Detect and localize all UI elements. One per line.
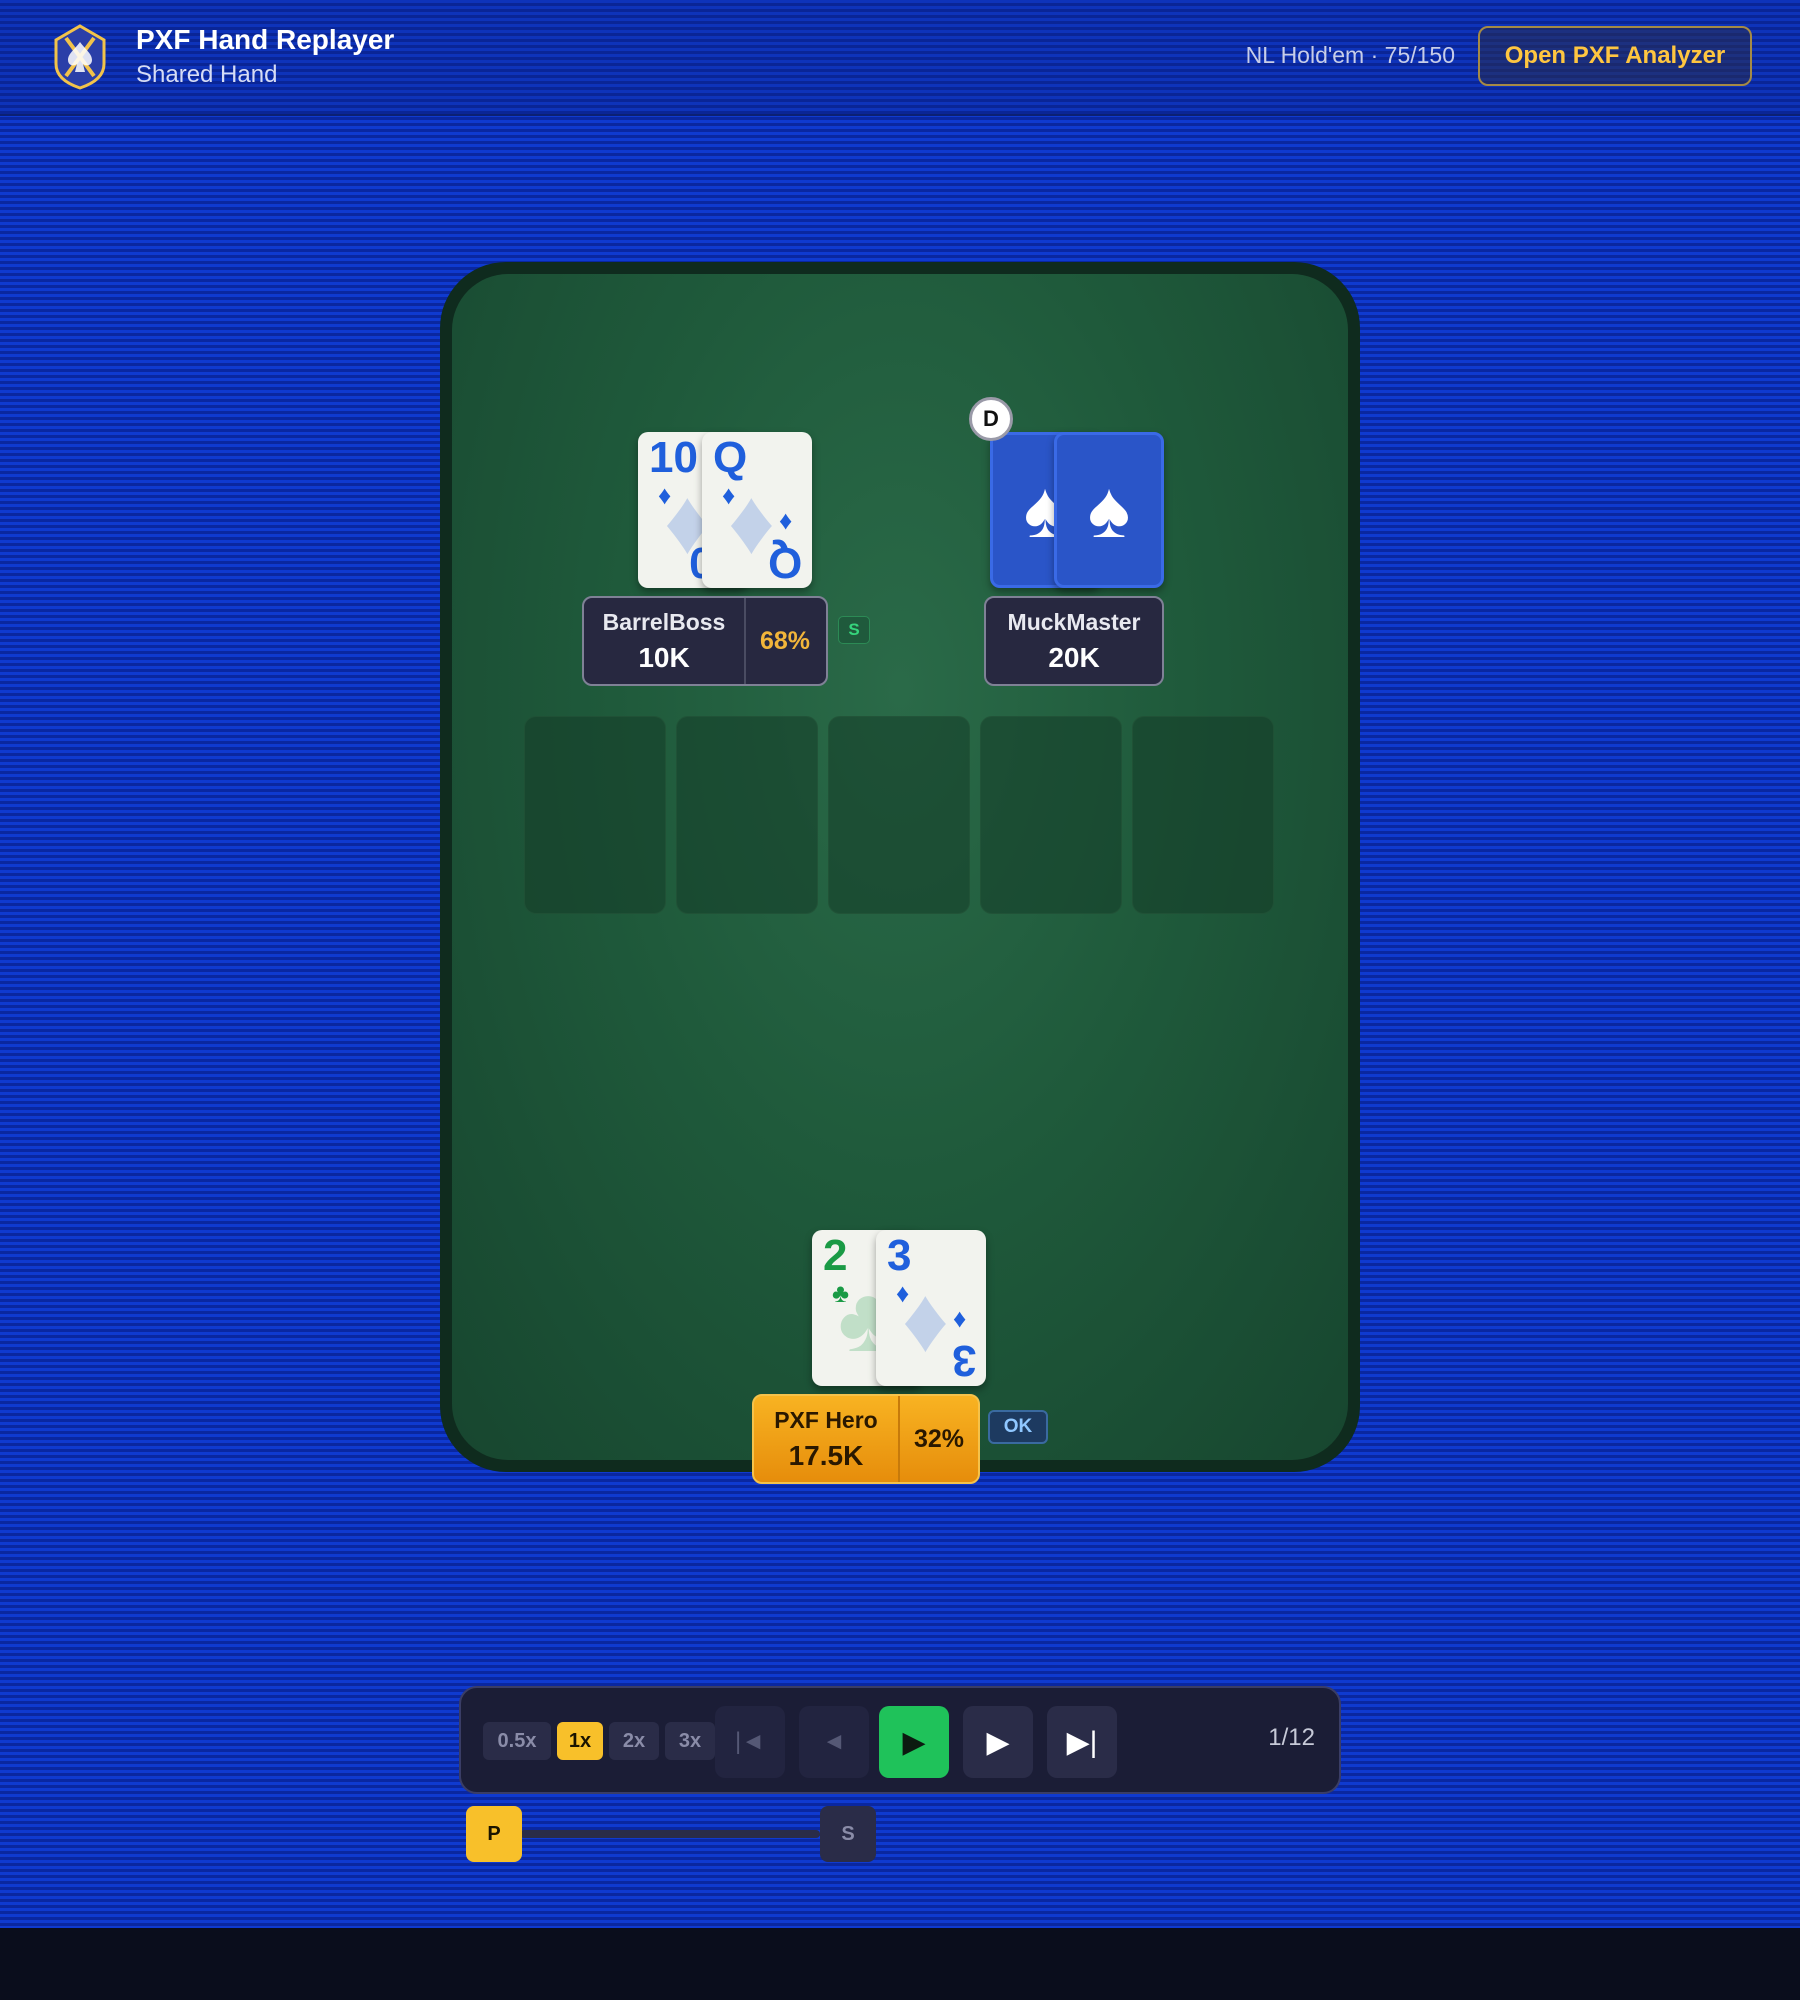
speed-1x-button[interactable]: 1x — [557, 1722, 603, 1760]
board-slot-river — [1132, 716, 1274, 914]
prev-step-button[interactable]: ◄ — [799, 1706, 869, 1778]
player-name: PXF Hero — [774, 1406, 878, 1433]
player-stack: 10K — [638, 641, 690, 673]
diamond-suit-icon: ♦ — [778, 508, 792, 538]
diamond-suit-icon: ♦ — [952, 1306, 966, 1336]
player-name: BarrelBoss — [602, 608, 726, 635]
muckmaster-card-back-2: ♠ — [1054, 432, 1164, 588]
app-subtitle: Shared Hand — [136, 61, 278, 88]
hero-card-2: 3 ♦ ♦ ♦ 3 — [876, 1230, 986, 1386]
board-slot-flop-1 — [524, 716, 666, 914]
speed-0-5x-button[interactable]: 0.5x — [483, 1722, 551, 1760]
board-slot-turn — [980, 716, 1122, 914]
speed-3x-button[interactable]: 3x — [665, 1722, 715, 1760]
app-header: PXF Hand Replayer Shared Hand NL Hold'em… — [0, 0, 1800, 116]
spade-icon: ♠ — [1087, 465, 1131, 554]
page-footer-strip — [0, 1928, 1800, 2000]
open-analyzer-button[interactable]: Open PXF Analyzer — [1478, 26, 1752, 86]
playback-controls: 0.5x 1x 2x 3x |◄ ◄ ▶ ▶ ▶| 1/12 — [459, 1686, 1341, 1794]
status-badge: S — [838, 616, 870, 644]
speed-2x-button[interactable]: 2x — [609, 1722, 659, 1760]
diamond-suit-icon: ♦ — [902, 1269, 949, 1371]
app-title: PXF Hand Replayer — [136, 24, 395, 55]
player-stack: 20K — [1048, 641, 1100, 673]
card-rank-inverted: 3 — [951, 1336, 976, 1385]
street-timeline-track[interactable] — [520, 1830, 820, 1838]
board-slot-flop-2 — [676, 716, 818, 914]
last-step-button[interactable]: ▶| — [1047, 1706, 1117, 1778]
seat-barrelboss[interactable]: BarrelBoss 10K 68% — [582, 596, 828, 686]
player-equity: 32% — [897, 1396, 978, 1482]
next-step-button[interactable]: ▶ — [963, 1706, 1033, 1778]
seat-hero[interactable]: PXF Hero 17.5K 32% — [752, 1394, 980, 1484]
game-info: NL Hold'em · 75/150 — [1245, 42, 1455, 68]
status-badge: OK — [988, 1410, 1048, 1444]
seat-muckmaster[interactable]: MuckMaster 20K — [984, 596, 1164, 686]
board-slot-flop-3 — [828, 716, 970, 914]
step-counter: 1/12 — [1268, 1724, 1315, 1751]
street-preflop-button[interactable]: P — [466, 1806, 522, 1862]
player-stack: 17.5K — [788, 1439, 864, 1471]
card-rank-inverted: Q — [767, 538, 802, 587]
player-equity: 68% — [744, 598, 824, 684]
dealer-button: D — [969, 397, 1013, 441]
pxf-logo-icon — [54, 24, 106, 90]
barrelboss-card-2: Q ♦ ♦ ♦ Q — [702, 432, 812, 588]
play-button[interactable]: ▶ — [879, 1706, 949, 1778]
player-name: MuckMaster — [1007, 608, 1141, 635]
first-step-button[interactable]: |◄ — [715, 1706, 785, 1778]
street-showdown-button[interactable]: S — [820, 1806, 876, 1862]
